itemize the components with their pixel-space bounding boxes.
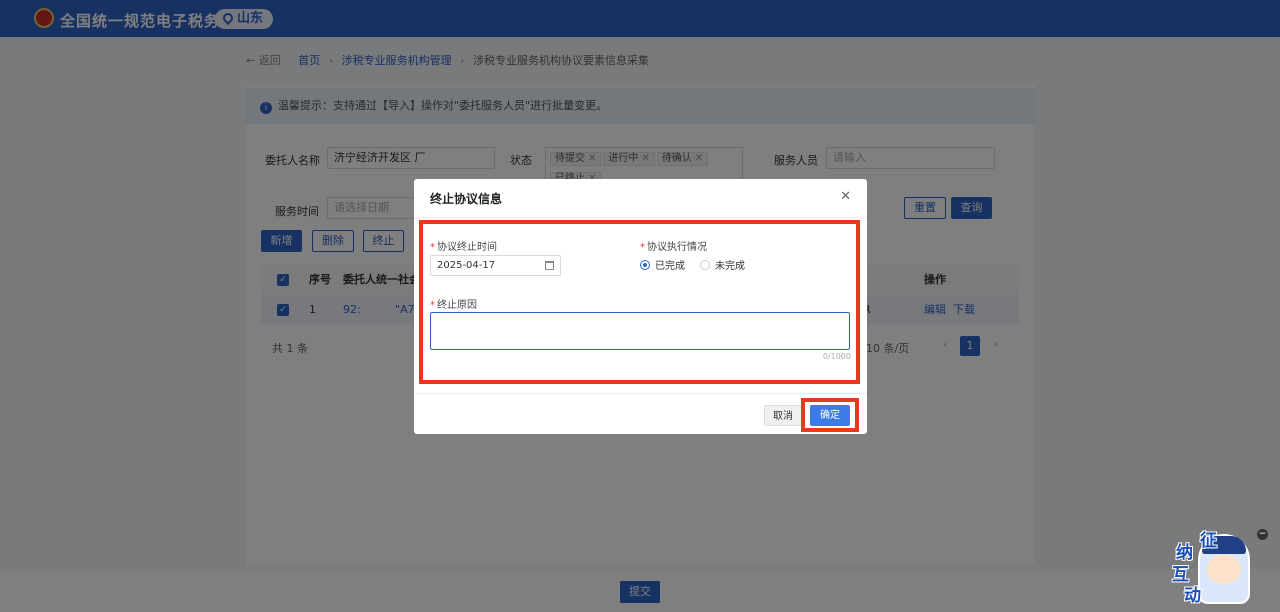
dialog-footer-divider xyxy=(414,393,867,394)
mascot-char: 征 xyxy=(1200,531,1217,551)
minimize-icon[interactable]: − xyxy=(1257,529,1268,540)
close-icon[interactable]: ✕ xyxy=(840,189,851,204)
assistant-mascot[interactable]: 征 纳 互 动 xyxy=(1170,526,1262,606)
highlight-form-box xyxy=(419,220,860,384)
highlight-confirm-box xyxy=(801,398,859,432)
mascot-face-icon xyxy=(1207,554,1241,584)
mascot-char: 动 xyxy=(1184,586,1201,606)
cancel-button[interactable]: 取消 xyxy=(764,405,802,426)
dialog-title: 终止协议信息 xyxy=(430,192,503,206)
dialog-header-divider xyxy=(414,217,867,218)
